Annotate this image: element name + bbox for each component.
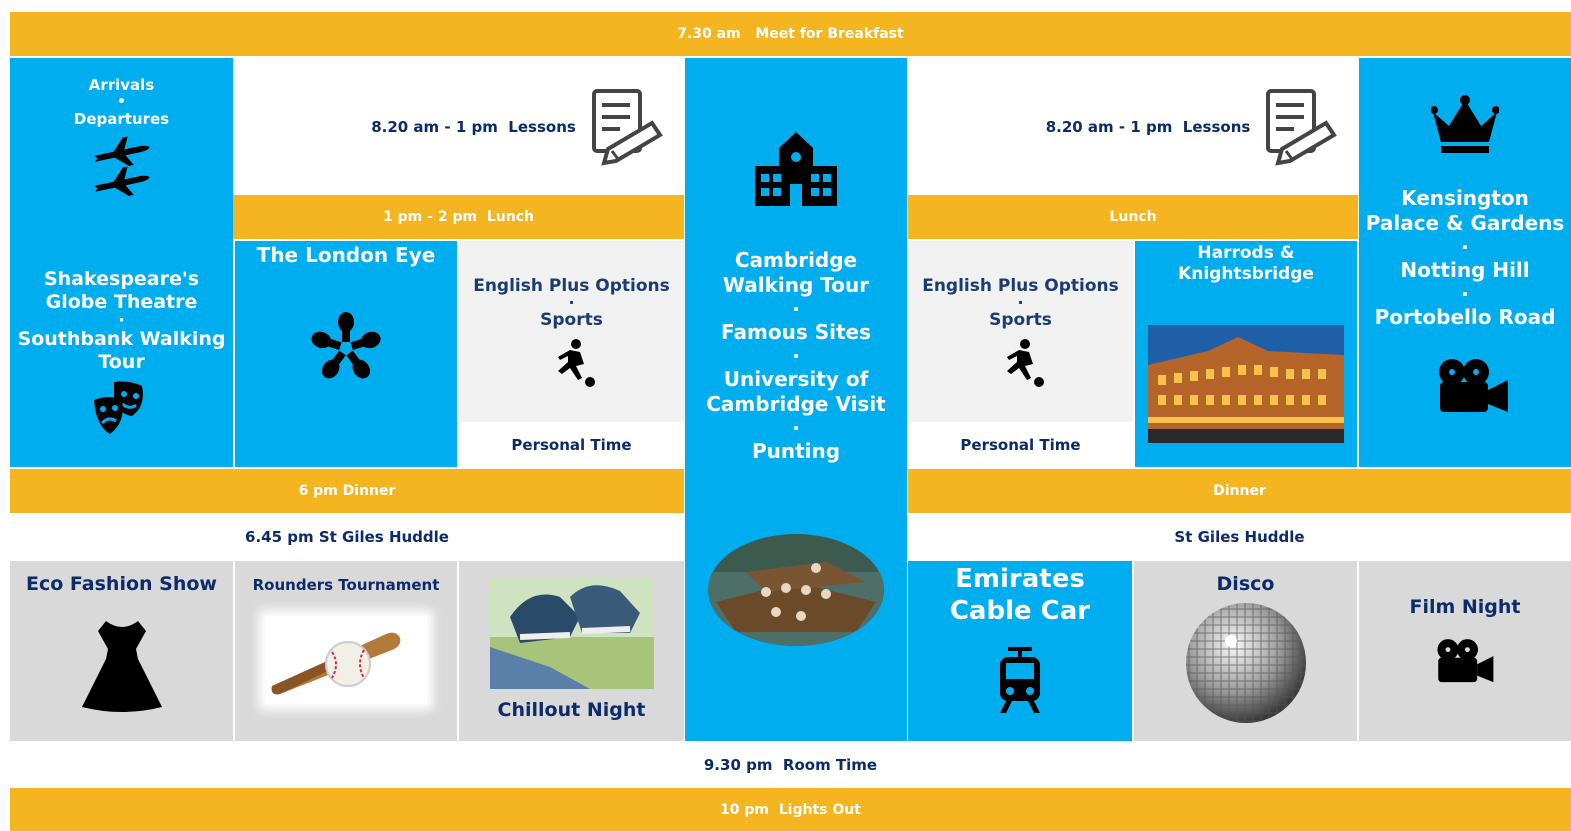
football-player-icon (995, 338, 1047, 388)
lessons-cell-2: 8.20 am - 1 pm Lessons (908, 58, 1358, 195)
dress-icon (80, 619, 164, 713)
separator-dot: · (792, 344, 800, 368)
southbank-tour-label: Southbank Walking Tour (17, 328, 226, 373)
harrods-image (1148, 325, 1344, 443)
football-player-icon (546, 338, 598, 388)
personal-time-label: Personal Time (511, 435, 632, 454)
lessons-label: 8.20 am - 1 pm Lessons (371, 117, 576, 136)
london-eye-label: The London Eye (256, 243, 436, 267)
lights-out-bar: 10 pm Lights Out (10, 788, 1571, 831)
airplane-icon (92, 136, 152, 198)
english-plus-cell-1: English Plus Options · Sports (459, 241, 684, 422)
famous-sites-label: Famous Sites (721, 320, 871, 344)
film-night-label: Film Night (1409, 596, 1521, 618)
punting-label: Punting (751, 439, 841, 463)
separator-dot: • (117, 94, 126, 110)
chillout-cell: Chillout Night (459, 561, 684, 741)
kensington-cell: Kensington Palace & Gardens · Notting Hi… (1359, 58, 1571, 467)
dinner-label: 6 pm Dinner (298, 483, 396, 499)
movie-camera-icon (1435, 638, 1495, 684)
cable-car-label: Emirates Cable Car (949, 564, 1091, 626)
london-eye-cell: The London Eye (235, 241, 457, 467)
separator-dot: · (1461, 282, 1469, 306)
movie-camera-icon (1436, 358, 1510, 414)
cambridge-cell: Cambridge Walking Tour · Famous Sites · … (685, 58, 907, 741)
lunch-bar-1: 1 pm - 2 pm Lunch (233, 195, 684, 239)
school-building-icon (753, 132, 839, 206)
eco-fashion-cell: Eco Fashion Show (10, 561, 233, 741)
disco-cell: Disco (1134, 561, 1357, 741)
portobello-label: Portobello Road (1374, 305, 1556, 329)
disco-label: Disco (1216, 573, 1275, 595)
lights-out-label: 10 pm Lights Out (720, 801, 861, 818)
university-label: University of Cambridge Visit (706, 367, 886, 416)
arrivals-globe-cell: Arrivals • Departures Shakespeare's Glob… (10, 58, 233, 467)
punting-image (706, 532, 886, 648)
theatre-masks-icon (92, 378, 152, 436)
personal-time-cell-2: Personal Time (908, 422, 1133, 467)
breakfast-bar: 7.30 am Meet for Breakfast (10, 12, 1571, 56)
english-plus-cell-2: English Plus Options · Sports (908, 241, 1133, 422)
separator-dot: · (1461, 235, 1469, 259)
film-night-cell: Film Night (1359, 561, 1571, 741)
rounders-label: Rounders Tournament (252, 576, 440, 594)
separator-dot: · (1017, 292, 1024, 312)
chillout-label: Chillout Night (497, 699, 646, 721)
personal-time-cell-1: Personal Time (459, 422, 684, 467)
teamwork-hands-icon (304, 308, 388, 388)
departures-label: Departures (73, 110, 170, 128)
cambridge-tour-label: Cambridge Walking Tour (722, 248, 870, 297)
separator-dot: · (568, 292, 575, 312)
huddle-row-1: 6.45 pm St Giles Huddle (10, 513, 684, 560)
separator-dot: · (792, 416, 800, 440)
lunch-label: Lunch (1109, 209, 1157, 225)
room-time-row: 9.30 pm Room Time (10, 743, 1571, 787)
dinner-bar-1: 6 pm Dinner (10, 469, 684, 513)
separator-dot: · (118, 310, 125, 331)
disco-ball-image (1181, 601, 1311, 725)
breakfast-text: 7.30 am Meet for Breakfast (677, 26, 904, 42)
lunch-label: 1 pm - 2 pm Lunch (383, 209, 534, 225)
tram-icon (998, 647, 1042, 715)
lessons-label: 8.20 am - 1 pm Lessons (1045, 117, 1251, 136)
lunch-bar-2: Lunch (908, 195, 1358, 239)
huddle-row-2: St Giles Huddle (908, 513, 1571, 560)
sports-label: Sports (989, 309, 1052, 330)
harrods-cell: Harrods & Knightsbridge (1135, 241, 1357, 467)
dinner-bar-2: Dinner (908, 469, 1571, 513)
dinner-label: Dinner (1213, 483, 1266, 499)
eco-fashion-label: Eco Fashion Show (26, 573, 217, 595)
sports-label: Sports (540, 309, 603, 330)
arrivals-label: Arrivals (88, 76, 155, 94)
room-time-label: 9.30 pm Room Time (703, 756, 878, 774)
sneakers-image (489, 577, 654, 689)
huddle-label: St Giles Huddle (1174, 527, 1305, 546)
baseball-bat-image (265, 616, 427, 704)
notting-hill-label: Notting Hill (1400, 258, 1530, 282)
lessons-cell-1: 8.20 am - 1 pm Lessons (233, 58, 684, 195)
huddle-label: 6.45 pm St Giles Huddle (245, 527, 449, 546)
crown-icon (1431, 94, 1499, 154)
cable-car-cell: Emirates Cable Car (908, 561, 1132, 741)
harrods-label: Harrods & Knightsbridge (1178, 243, 1314, 284)
globe-theatre-label: Shakespeare's Globe Theatre (43, 268, 200, 313)
document-pencil-icon (590, 87, 666, 167)
rounders-cell: Rounders Tournament (235, 561, 457, 741)
document-pencil-icon (1264, 87, 1340, 167)
separator-dot: · (792, 297, 800, 321)
kensington-label: Kensington Palace & Gardens (1365, 186, 1565, 235)
personal-time-label: Personal Time (960, 435, 1081, 454)
